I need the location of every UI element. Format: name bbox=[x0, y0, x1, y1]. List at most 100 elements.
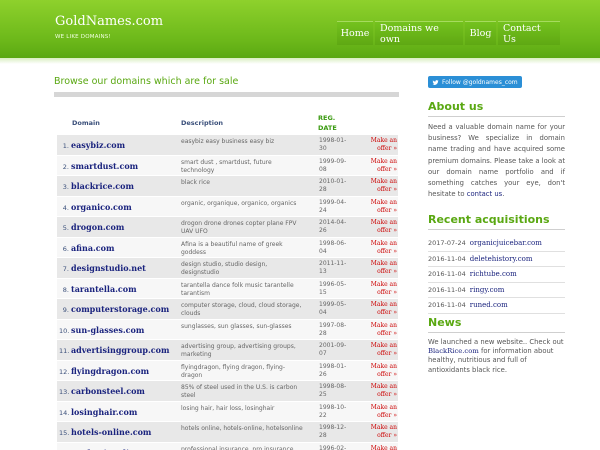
contact-us-link[interactable]: contact us bbox=[467, 190, 502, 198]
table-row: 11. advertisinggroup.com advertising group… bbox=[57, 340, 398, 361]
make-offer-link[interactable]: Make an offer » bbox=[367, 342, 397, 358]
make-offer-link[interactable]: Make an offer » bbox=[367, 158, 397, 174]
news-text: We launched a new website.. Check out Bl… bbox=[428, 338, 565, 375]
domain-description: design studio, studio design, designstudi… bbox=[181, 261, 311, 277]
acquisition-item: 2016-11-04 richtube.com bbox=[428, 267, 565, 283]
domain-description: tarantella dance folk music tarantelle ta… bbox=[181, 282, 311, 298]
registration-date: 1998-12- 28 bbox=[319, 424, 353, 440]
table-row: 1. easybiz.com easybiz easy business easy … bbox=[57, 135, 398, 156]
domain-link[interactable]: drogon.com bbox=[71, 222, 124, 232]
desc-line-1: flyingdragon, flying dragon, flying- bbox=[181, 363, 285, 371]
make-offer-link[interactable]: Make an offer » bbox=[367, 383, 397, 399]
offer-line-2: offer » bbox=[377, 432, 397, 439]
domain-description: smart dust , smartdust, future technology bbox=[181, 159, 311, 175]
news-heading: News bbox=[428, 316, 462, 329]
domain-link[interactable]: organico.com bbox=[71, 202, 132, 212]
table-row: 7. designstudio.net design studio, studio … bbox=[57, 258, 398, 279]
domain-link[interactable]: hotels-online.com bbox=[71, 427, 151, 437]
registration-date: 1999-05- 04 bbox=[319, 301, 353, 317]
nav-home[interactable]: Home bbox=[337, 21, 373, 45]
nav-contact-us[interactable]: Contact Us bbox=[498, 21, 560, 45]
date-line-1: 1998-08- bbox=[319, 383, 347, 390]
acquisition-domain-link[interactable]: organicjuicebar.com bbox=[470, 239, 542, 247]
make-offer-link[interactable]: Make an offer » bbox=[367, 363, 397, 379]
reg-label: REG. bbox=[318, 114, 336, 122]
domain-link[interactable]: tarantella.com bbox=[71, 284, 137, 294]
domain-link[interactable]: carbonsteel.com bbox=[71, 386, 145, 396]
desc-line-1: 85% of steel used in the U.S. is carbon bbox=[181, 384, 298, 391]
column-header-description[interactable]: Description bbox=[181, 119, 223, 127]
domain-link[interactable]: sun-glasses.com bbox=[71, 325, 144, 335]
registration-date: 1997-08- 28 bbox=[319, 322, 353, 338]
acquisition-domain-link[interactable]: ringy.com bbox=[470, 286, 505, 294]
site-title[interactable]: GoldNames.com bbox=[55, 14, 163, 29]
twitter-follow-button[interactable]: Follow @goldnames_com bbox=[428, 76, 522, 88]
offer-line-1: Make an bbox=[370, 321, 397, 329]
acquisition-item: 2017-07-24 organicjuicebar.com bbox=[428, 236, 565, 252]
make-offer-link[interactable]: Make an offer » bbox=[367, 301, 397, 317]
date-line-1: 1998-01- bbox=[319, 137, 347, 144]
column-header-reg-date[interactable]: REG. DATE bbox=[318, 113, 348, 133]
make-offer-link[interactable]: Make an offer » bbox=[367, 424, 397, 440]
date-line-1: 1997-08- bbox=[319, 321, 347, 329]
make-offer-link[interactable]: Make an offer » bbox=[367, 260, 397, 276]
domain-link[interactable]: designstudio.net bbox=[71, 263, 146, 273]
acquisition-item: 2016-11-04 runed.com bbox=[428, 298, 565, 314]
domain-link[interactable]: advertisinggroup.com bbox=[71, 345, 169, 355]
domain-description: computer storage, cloud, cloud storage, c… bbox=[181, 302, 311, 318]
acquisition-domain-link[interactable]: richtube.com bbox=[470, 270, 517, 278]
domain-link[interactable]: blackrice.com bbox=[71, 181, 134, 191]
make-offer-link[interactable]: Make an offer » bbox=[367, 137, 397, 153]
blackrice-link[interactable]: BlackRice.com bbox=[428, 347, 479, 355]
offer-line-2: offer » bbox=[377, 370, 397, 378]
date-line-1: 1996-02- bbox=[319, 444, 347, 450]
twitter-bird-icon bbox=[432, 79, 439, 85]
domain-link[interactable]: easybiz.com bbox=[71, 140, 125, 150]
make-offer-link[interactable]: Make an offer » bbox=[367, 404, 397, 420]
domain-description: 85% of steel used in the U.S. is carbon s… bbox=[181, 384, 311, 400]
make-offer-link[interactable]: Make an offer » bbox=[367, 178, 397, 194]
domain-description: losing hair, hair loss, losinghair bbox=[181, 405, 311, 413]
domain-link[interactable]: computerstorage.com bbox=[71, 304, 169, 314]
row-number: 12. bbox=[59, 367, 70, 376]
column-header-domain[interactable]: Domain bbox=[72, 119, 100, 127]
brand[interactable]: GoldNames.com WE LIKE DOMAINS! bbox=[55, 14, 163, 40]
make-offer-link[interactable]: Make an offer » bbox=[367, 322, 397, 338]
date-line-2: 24 bbox=[319, 206, 327, 214]
nav-domains-we-own[interactable]: Domains we own bbox=[375, 21, 463, 45]
acquisition-domain-link[interactable]: runed.com bbox=[470, 301, 508, 309]
acquisition-item: 2016-11-04 ringy.com bbox=[428, 283, 565, 298]
domain-link[interactable]: afina.com bbox=[71, 243, 114, 253]
desc-line-1: tarantella dance folk music tarantelle bbox=[181, 281, 294, 289]
make-offer-link[interactable]: Make an offer » bbox=[367, 199, 397, 215]
registration-date: 1998-06- 04 bbox=[319, 240, 353, 256]
make-offer-link[interactable]: Make an offer » bbox=[367, 240, 397, 256]
offer-line-1: Make an bbox=[370, 178, 397, 185]
domain-description: black rice bbox=[181, 179, 311, 187]
table-row: 10. sun-glasses.com sunglasses, sun glasse… bbox=[57, 319, 398, 340]
row-number: 14. bbox=[59, 408, 70, 417]
offer-line-1: Make an bbox=[370, 219, 397, 226]
table-row: 16.professionalins...professional insura… bbox=[57, 442, 398, 450]
domain-description: organic, organique, organico, organics bbox=[181, 200, 311, 208]
offer-line-1: Make an bbox=[370, 260, 397, 267]
desc-line-1: computer storage, cloud, cloud storage, bbox=[181, 302, 302, 309]
domain-link[interactable]: flyingdragon.com bbox=[71, 366, 149, 376]
domain-link[interactable]: smartdust.com bbox=[71, 161, 138, 171]
desc-line-1: losing hair, hair loss, losinghair bbox=[181, 404, 275, 412]
registration-date: 2010-01- 28 bbox=[319, 178, 353, 194]
main-nav: Home Domains we own Blog Contact Us bbox=[337, 21, 560, 45]
domain-link[interactable]: losinghair.com bbox=[71, 407, 137, 417]
date-line-2: 04 bbox=[319, 247, 327, 255]
make-offer-link[interactable]: Make an bbox=[367, 445, 397, 450]
acquisition-date: 2017-07-24 bbox=[428, 239, 466, 248]
date-line-1: 1998-01- bbox=[319, 362, 347, 370]
acquisition-domain-link[interactable]: deletehistory.com bbox=[470, 255, 533, 263]
domain-description: hotels online, hotels-online, hotelsonli… bbox=[181, 425, 311, 433]
row-number: 15. bbox=[59, 429, 70, 437]
acquisition-date: 2016-11-04 bbox=[428, 285, 466, 294]
make-offer-link[interactable]: Make an offer » bbox=[367, 219, 397, 235]
nav-blog[interactable]: Blog bbox=[465, 21, 496, 45]
make-offer-link[interactable]: Make an offer » bbox=[367, 281, 397, 297]
offer-line-2: offer » bbox=[377, 350, 397, 357]
